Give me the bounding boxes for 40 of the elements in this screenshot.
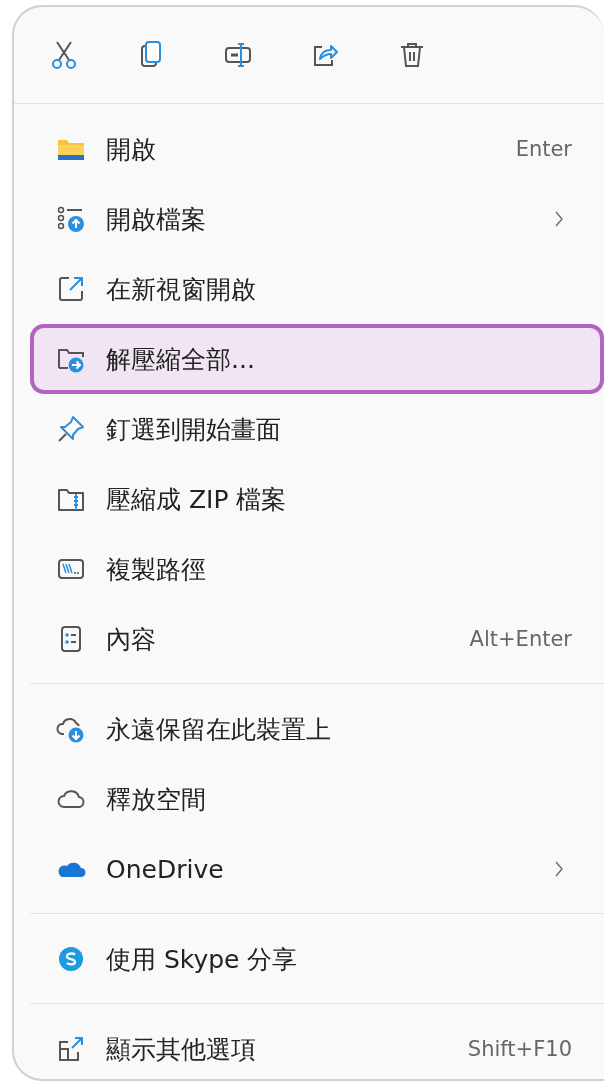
scissors-icon [49,40,79,70]
menu-item-label: 釘選到開始畫面 [106,413,282,446]
menu-item-label: OneDrive [106,854,225,884]
menu-item-label: 使用 Skype 分享 [106,943,299,976]
app-list-icon [56,204,86,234]
chevron-right-icon [554,860,564,878]
menu-item-label: 在新視窗開啟 [106,273,257,306]
shortcut-text: Shift+F10 [467,1037,572,1061]
menu-item[interactable]: 內容 Alt+Enter [30,604,604,674]
scissors-button[interactable] [49,40,79,70]
menu-item[interactable]: 永遠保留在此裝置上 [30,694,604,764]
shortcut-text: Enter [515,137,572,161]
menu-item[interactable]: 釘選到開始畫面 [30,394,604,464]
menu-item[interactable]: 釋放空間 [30,764,604,834]
expand-icon [56,1034,86,1064]
menu-item-label: 顯示其他選項 [106,1033,257,1066]
menu-item[interactable]: 解壓縮全部... [30,324,604,394]
open-new-window-icon [56,274,86,304]
rename-button[interactable] [223,40,253,70]
menu-item-label: 開啟檔案 [106,203,207,236]
rename-icon [223,40,253,70]
menu-item-label: 壓縮成 ZIP 檔案 [106,483,288,516]
menu-item[interactable]: 使用 Skype 分享 [30,924,604,994]
shortcut-text: Alt+Enter [469,627,572,651]
menu-item[interactable]: 開啟 Enter [30,114,604,184]
skype-icon [56,944,86,974]
menu-item[interactable]: 複製路徑 [30,534,604,604]
menu-item-label: 解壓縮全部... [106,343,256,376]
menu-item-label: 永遠保留在此裝置上 [106,713,332,746]
menu-item[interactable]: 在新視窗開啟 [30,254,604,324]
menu-item[interactable]: 顯示其他選項 Shift+F10 [30,1014,604,1084]
menu-item[interactable]: 開啟檔案 [30,184,604,254]
menu-item[interactable]: 壓縮成 ZIP 檔案 [30,464,604,534]
pin-icon [56,414,86,444]
chevron-right-icon [554,210,564,228]
menu-item-label: 內容 [106,623,157,656]
menu-item-label: 釋放空間 [106,783,207,816]
menu-item-label: 複製路徑 [106,553,207,586]
menu-item-label: 開啟 [106,133,157,166]
menu-item[interactable]: OneDrive [30,834,604,904]
